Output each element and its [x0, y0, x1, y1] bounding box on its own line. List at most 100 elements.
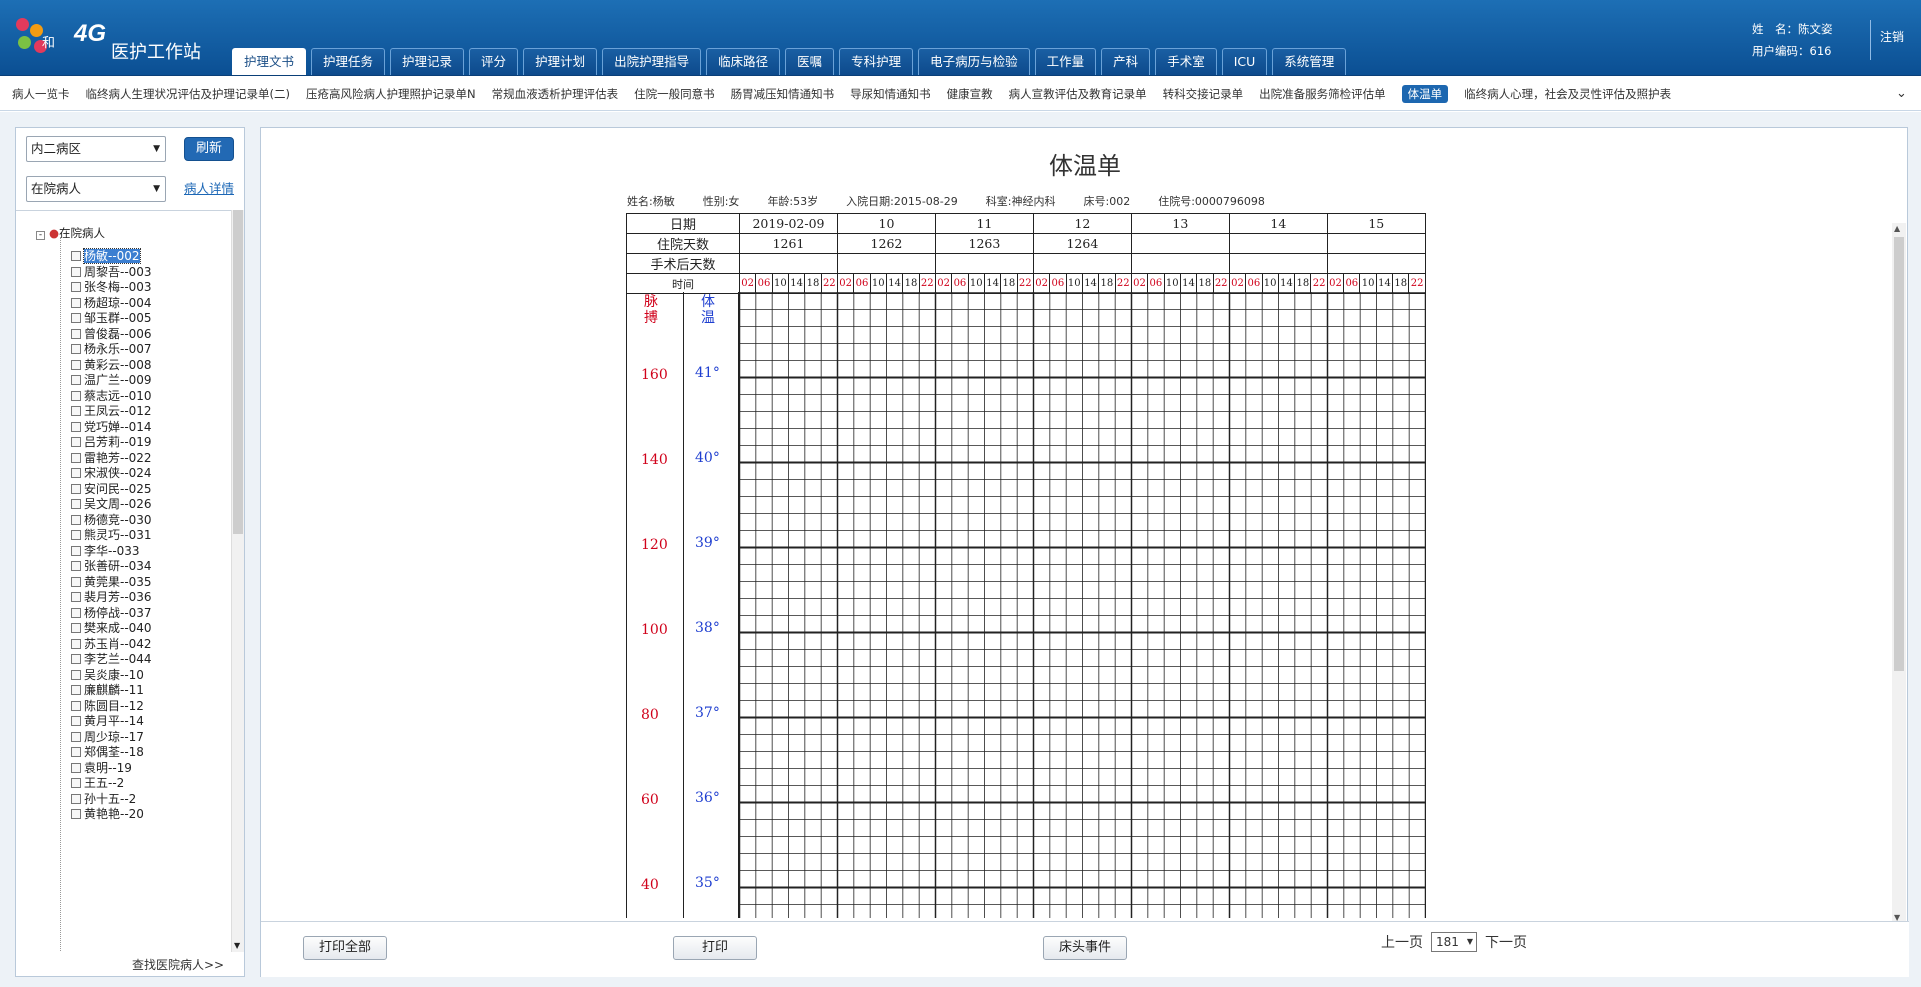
patient-item[interactable]: 邹玉群--005: [71, 309, 152, 326]
patient-item[interactable]: 李华--033: [71, 542, 140, 559]
sub-tab[interactable]: 健康宣教: [947, 85, 993, 103]
main-tab[interactable]: 专科护理: [839, 48, 914, 75]
sub-tab[interactable]: 导尿知情通知书: [850, 85, 931, 103]
main-tab[interactable]: 系统管理: [1272, 48, 1347, 75]
bed-event-button[interactable]: 床头事件: [1043, 936, 1127, 960]
sub-tab[interactable]: 病人宣教评估及教育记录单: [1009, 85, 1147, 103]
time-cell: 02: [1032, 273, 1051, 294]
patient-info-field: 床号:002: [1083, 195, 1131, 208]
patient-item[interactable]: 黄月平--14: [71, 712, 144, 729]
sidebar-scrollbar[interactable]: ▼: [231, 210, 244, 952]
time-cell: 22: [1310, 273, 1328, 294]
sub-tab[interactable]: 体温单: [1401, 85, 1449, 103]
main-area: 内二病区 ▼ 刷新 在院病人 ▼ 病人详情 - ●在院病人 杨敏--002 周黎吾--0…: [0, 112, 1921, 987]
scroll-up-icon[interactable]: ▲: [1894, 224, 1900, 233]
patient-item[interactable]: 周少琼--17: [71, 728, 144, 745]
sub-tab[interactable]: 转科交接记录单: [1163, 85, 1244, 103]
ward-select[interactable]: 内二病区 ▼: [26, 136, 166, 162]
patient-name: 雷艳芳--022: [84, 450, 152, 465]
patient-item[interactable]: 廉麒麟--11: [71, 681, 144, 698]
patient-item[interactable]: 裴月芳--036: [71, 588, 152, 605]
patient-item[interactable]: 宋淑侠--024: [71, 464, 152, 481]
patient-item[interactable]: 蔡志远--010: [71, 387, 152, 404]
patient-item[interactable]: 熊灵巧--031: [71, 526, 152, 543]
patient-item[interactable]: 张善研--034: [71, 557, 152, 574]
chart-scrollbar[interactable]: ▲ ▼: [1892, 223, 1906, 923]
patient-item[interactable]: 陈圆目--12: [71, 697, 144, 714]
main-tab[interactable]: 护理计划: [523, 48, 598, 75]
main-tab[interactable]: 手术室: [1155, 48, 1217, 75]
main-tab[interactable]: 临床路径: [706, 48, 781, 75]
patient-item[interactable]: 李艺兰--044: [71, 650, 152, 667]
patient-item[interactable]: 杨敏--002: [71, 247, 141, 264]
pulse-scale-value: 120: [641, 537, 668, 553]
patient-item[interactable]: 杨超琼--004: [71, 294, 152, 311]
sub-tab[interactable]: 病人一览卡: [12, 85, 70, 103]
sub-tab[interactable]: 住院一般同意书: [634, 85, 715, 103]
print-button[interactable]: 打印: [673, 936, 757, 960]
patient-item[interactable]: 孙十五--2: [71, 790, 136, 807]
main-tab[interactable]: 医嘱: [785, 48, 835, 75]
patient-item[interactable]: 黄莞果--035: [71, 573, 152, 590]
patient-item[interactable]: 杨永乐--007: [71, 340, 152, 357]
patient-item[interactable]: 曾俊磊--006: [71, 325, 152, 342]
patient-item[interactable]: 樊来成--040: [71, 619, 152, 636]
main-tab[interactable]: 护理记录: [390, 48, 465, 75]
logout-button[interactable]: 注销: [1880, 28, 1904, 45]
sidebar-scroll-thumb[interactable]: [233, 210, 243, 534]
main-tab[interactable]: 护理文书: [232, 48, 307, 75]
tree-root-label: 在院病人: [59, 226, 106, 240]
patient-item[interactable]: 党巧婵--014: [71, 418, 152, 435]
main-tab[interactable]: 出院护理指导: [602, 48, 702, 75]
patient-item[interactable]: 袁明--19: [71, 759, 132, 776]
sub-tab[interactable]: 常规血液透析护理评估表: [492, 85, 619, 103]
patient-name: 蔡志远--010: [84, 388, 152, 403]
patient-item[interactable]: 周黎吾--003: [71, 263, 152, 280]
patient-item[interactable]: 黄彩云--008: [71, 356, 152, 373]
patient-icon: [71, 778, 81, 788]
prev-page-link[interactable]: 上一页: [1381, 932, 1423, 952]
patient-item[interactable]: 吴炎康--10: [71, 666, 144, 683]
next-page-link[interactable]: 下一页: [1485, 932, 1527, 952]
sub-tab[interactable]: 肠胃减压知情通知书: [731, 85, 835, 103]
find-patient-link[interactable]: 查找医院病人>>: [132, 956, 224, 973]
main-tab[interactable]: 工作量: [1034, 48, 1097, 75]
scroll-down-icon[interactable]: ▼: [234, 941, 240, 950]
patient-item[interactable]: 郑偶荃--18: [71, 743, 144, 760]
tree-root[interactable]: - ●在院病人: [36, 225, 105, 241]
sub-tab[interactable]: 临终病人心理，社会及灵性评估及照护表: [1464, 85, 1671, 103]
sub-tab[interactable]: 临终病人生理状况评估及护理记录单(二): [86, 85, 290, 103]
main-tab[interactable]: 护理任务: [311, 48, 386, 75]
patient-item[interactable]: 杨德竞--030: [71, 511, 152, 528]
main-tab[interactable]: 评分: [469, 48, 519, 75]
sub-tab[interactable]: 压疮高风险病人护理照护记录单N: [306, 85, 476, 103]
patient-name: 黄艳艳--20: [84, 807, 144, 821]
print-all-button[interactable]: 打印全部: [303, 936, 387, 960]
chevron-down-icon[interactable]: ⌄: [1896, 86, 1907, 101]
page-select[interactable]: 181 ▼: [1431, 932, 1477, 952]
date-cell: 2019-02-09: [739, 213, 838, 234]
main-tab[interactable]: 产科: [1101, 48, 1151, 75]
patient-item[interactable]: 安问民--025: [71, 480, 152, 497]
chart-scroll-thumb[interactable]: [1894, 237, 1904, 671]
patient-item[interactable]: 雷艳芳--022: [71, 449, 152, 466]
patient-icon: [71, 406, 81, 416]
patient-item[interactable]: 吴文周--026: [71, 495, 152, 512]
patient-item[interactable]: 王五--2: [71, 774, 124, 791]
main-tab[interactable]: ICU: [1221, 48, 1268, 75]
patient-item[interactable]: 苏玉肖--042: [71, 635, 152, 652]
patient-item[interactable]: 杨停战--037: [71, 604, 152, 621]
patient-detail-link[interactable]: 病人详情: [184, 178, 234, 197]
sub-tab[interactable]: 出院准备服务筛检评估单: [1259, 85, 1386, 103]
main-tab[interactable]: 电子病历与检验: [918, 48, 1030, 75]
patient-item[interactable]: 黄艳艳--20: [71, 805, 144, 822]
patient-name: 张冬梅--003: [84, 280, 152, 294]
patient-item[interactable]: 吕芳莉--019: [71, 433, 152, 450]
status-select[interactable]: 在院病人 ▼: [26, 176, 166, 202]
patient-icon: [71, 747, 81, 757]
refresh-button[interactable]: 刷新: [184, 137, 234, 161]
patient-item[interactable]: 张冬梅--003: [71, 278, 152, 295]
patient-item[interactable]: 王凤云--012: [71, 402, 152, 419]
patient-item[interactable]: 温广兰--009: [71, 371, 152, 388]
collapse-icon[interactable]: -: [36, 231, 45, 240]
